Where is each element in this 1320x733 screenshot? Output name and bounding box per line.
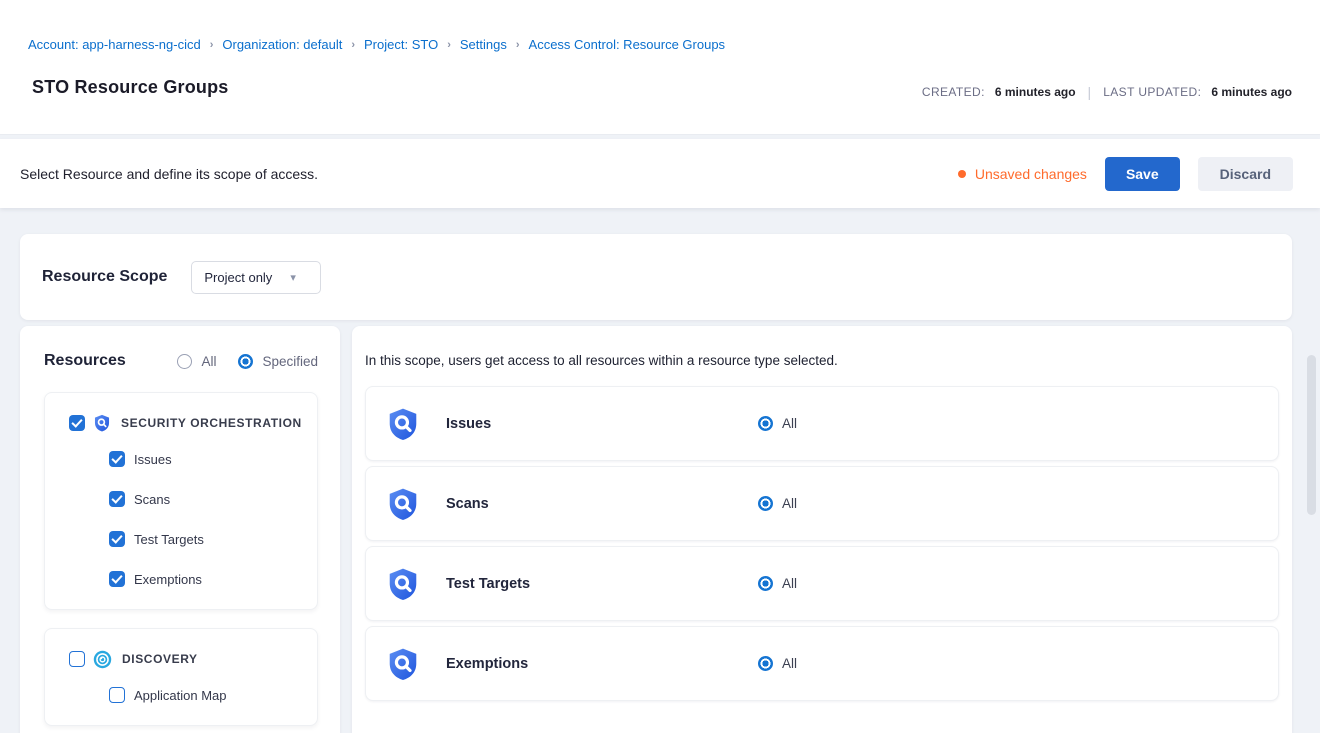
checkbox-test-targets[interactable]: [109, 531, 125, 547]
checkbox-issues[interactable]: [109, 451, 125, 467]
breadcrumb-account[interactable]: Account: app-harness-ng-cicd: [28, 37, 201, 52]
vertical-scrollbar[interactable]: [1307, 355, 1316, 515]
meta-divider: |: [1086, 84, 1094, 100]
action-toolbar: Select Resource and define its scope of …: [0, 139, 1320, 208]
resource-row-exemptions: Exemptions All: [365, 626, 1279, 701]
resource-group-discovery: DISCOVERY Application Map: [44, 628, 318, 726]
resource-item-scans[interactable]: Scans: [69, 479, 307, 519]
breadcrumb-organization[interactable]: Organization: default: [222, 37, 342, 52]
access-all-label: All: [782, 416, 797, 431]
resources-panel: Resources All Specified SECURITY ORCHEST…: [20, 326, 340, 733]
page-header: Account: app-harness-ng-cicd › Organizat…: [0, 0, 1320, 135]
unsaved-changes-badge: Unsaved changes: [958, 166, 1087, 182]
resource-item-label: Application Map: [134, 688, 227, 703]
breadcrumb: Account: app-harness-ng-cicd › Organizat…: [28, 37, 725, 52]
resource-row-test-targets: Test Targets All: [365, 546, 1279, 621]
access-radio-all[interactable]: All: [758, 576, 797, 591]
scope-description: In this scope, users get access to all r…: [365, 353, 1279, 368]
checkbox-security-orchestration[interactable]: [69, 415, 85, 431]
radio-unselected-icon[interactable]: [177, 354, 192, 369]
resource-item-test-targets[interactable]: Test Targets: [69, 519, 307, 559]
chevron-right-icon: ›: [447, 39, 451, 51]
save-button[interactable]: Save: [1105, 157, 1180, 191]
group-name: SECURITY ORCHESTRATION: [121, 416, 302, 430]
created-label: CREATED:: [922, 85, 985, 99]
sto-shield-icon: [386, 407, 420, 441]
sto-shield-icon: [386, 647, 420, 681]
radio-selected-icon[interactable]: [238, 354, 253, 369]
group-name: DISCOVERY: [122, 652, 198, 666]
checkbox-scans[interactable]: [109, 491, 125, 507]
resource-row-label: Test Targets: [446, 576, 758, 592]
resource-item-label: Test Targets: [134, 532, 204, 547]
radio-selected-icon[interactable]: [758, 576, 773, 591]
radio-selected-icon[interactable]: [758, 656, 773, 671]
unsaved-dot-icon: [958, 170, 966, 178]
breadcrumb-project[interactable]: Project: STO: [364, 37, 438, 52]
access-radio-all[interactable]: All: [758, 416, 797, 431]
resource-row-label: Scans: [446, 496, 758, 512]
resource-item-label: Exemptions: [134, 572, 202, 587]
access-all-label: All: [782, 576, 797, 591]
radio-specified-label: Specified: [262, 354, 318, 369]
resource-row-scans: Scans All: [365, 466, 1279, 541]
radio-option-all[interactable]: All: [177, 354, 216, 369]
access-all-label: All: [782, 496, 797, 511]
access-all-label: All: [782, 656, 797, 671]
radio-option-specified[interactable]: Specified: [238, 354, 318, 369]
content-area: Resource Scope Project only ▾ Resources …: [0, 209, 1320, 733]
chevron-right-icon: ›: [516, 39, 520, 51]
resource-group-security-orchestration: SECURITY ORCHESTRATION Issues Scans Test…: [44, 392, 318, 610]
checkbox-discovery[interactable]: [69, 651, 85, 667]
breadcrumb-access-control[interactable]: Access Control: Resource Groups: [529, 37, 726, 52]
discovery-target-icon: [93, 650, 112, 669]
chevron-right-icon: ›: [351, 39, 355, 51]
sto-shield-icon: [93, 414, 111, 432]
resource-item-issues[interactable]: Issues: [69, 439, 307, 479]
page-title: STO Resource Groups: [32, 77, 229, 98]
checkbox-exemptions[interactable]: [109, 571, 125, 587]
resource-scope-card: Resource Scope Project only ▾: [20, 234, 1292, 320]
header-meta: CREATED: 6 minutes ago | LAST UPDATED: 6…: [922, 84, 1292, 100]
chevron-down-icon: ▾: [290, 271, 296, 284]
resource-scope-selected-value: Project only: [204, 270, 272, 285]
resource-item-application-map[interactable]: Application Map: [69, 675, 307, 715]
checkbox-application-map[interactable]: [109, 687, 125, 703]
radio-all-label: All: [201, 354, 216, 369]
discard-button[interactable]: Discard: [1198, 157, 1293, 191]
resources-title: Resources: [44, 352, 126, 370]
resource-row-issues: Issues All: [365, 386, 1279, 461]
access-radio-all[interactable]: All: [758, 656, 797, 671]
resources-mode-radio-group: All Specified: [177, 354, 318, 369]
sto-shield-icon: [386, 567, 420, 601]
resource-scope-select[interactable]: Project only ▾: [191, 261, 321, 294]
resource-row-label: Issues: [446, 416, 758, 432]
last-updated-label: LAST UPDATED:: [1103, 85, 1201, 99]
last-updated-value: 6 minutes ago: [1211, 85, 1292, 99]
access-radio-all[interactable]: All: [758, 496, 797, 511]
resource-item-label: Issues: [134, 452, 172, 467]
unsaved-changes-label: Unsaved changes: [975, 166, 1087, 182]
scope-detail-panel: In this scope, users get access to all r…: [352, 326, 1292, 733]
created-value: 6 minutes ago: [995, 85, 1076, 99]
resource-scope-title: Resource Scope: [42, 268, 167, 286]
resource-item-label: Scans: [134, 492, 170, 507]
sto-shield-icon: [386, 487, 420, 521]
resource-item-exemptions[interactable]: Exemptions: [69, 559, 307, 599]
toolbar-description: Select Resource and define its scope of …: [20, 166, 318, 182]
chevron-right-icon: ›: [210, 39, 214, 51]
radio-selected-icon[interactable]: [758, 416, 773, 431]
breadcrumb-settings[interactable]: Settings: [460, 37, 507, 52]
radio-selected-icon[interactable]: [758, 496, 773, 511]
resource-row-label: Exemptions: [446, 656, 758, 672]
